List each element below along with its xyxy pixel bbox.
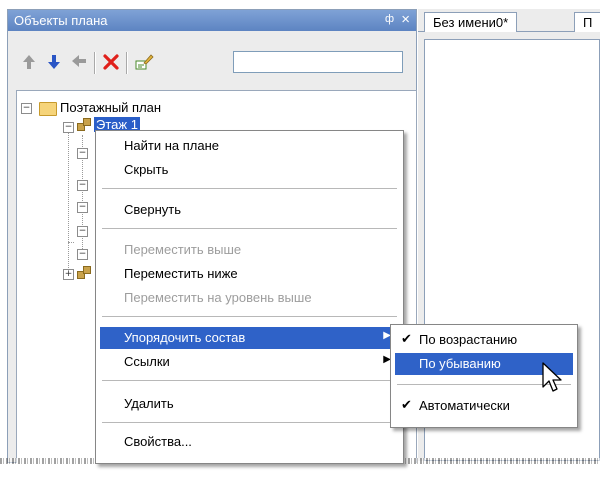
menu-item-properties[interactable]: Свойства... (100, 431, 399, 453)
checkmark-icon: ✔ (401, 331, 412, 346)
document-tab-strip: Без имени0* П (418, 9, 600, 32)
tree-expander-root[interactable]: − (21, 103, 32, 114)
menu-item-links[interactable]: Ссылки ▶ (100, 351, 399, 373)
toolbar-separator (94, 52, 96, 74)
menu-item-label: Переместить ниже (124, 266, 238, 281)
menu-item-delete[interactable]: Удалить (100, 393, 399, 415)
menu-separator (102, 422, 397, 423)
properties-icon[interactable] (134, 53, 154, 71)
menu-item-label: Переместить на уровень выше (124, 290, 312, 305)
menu-item-label: Найти на плане (124, 138, 219, 153)
menu-item-collapse[interactable]: Свернуть (100, 199, 399, 221)
arrow-left-icon[interactable] (70, 53, 88, 71)
tree-item-root[interactable]: Поэтажный план (60, 100, 161, 115)
menu-item-label: Свернуть (124, 202, 182, 217)
tree-expander-child[interactable]: − (77, 226, 88, 237)
floor-icon (77, 118, 91, 131)
tree-expander-floor-2[interactable]: + (63, 269, 74, 280)
menu-item-label: Упорядочить состав (124, 330, 246, 345)
menu-item-label: Переместить выше (124, 242, 242, 257)
arrow-down-icon[interactable] (45, 53, 63, 71)
menu-item-move-level-up: Переместить на уровень выше (100, 287, 399, 309)
toolbar-separator (126, 52, 128, 74)
menu-item-sort-contents[interactable]: Упорядочить состав ▶ (100, 327, 399, 349)
mouse-cursor-icon (542, 362, 562, 392)
tab-second[interactable]: П (574, 12, 600, 32)
tab-untitled[interactable]: Без имени0* (424, 12, 518, 32)
menu-item-move-up: Переместить выше (100, 239, 399, 261)
arrow-up-icon[interactable] (20, 53, 38, 71)
submenu-item-label: Автоматически (419, 398, 510, 413)
menu-separator (102, 316, 397, 317)
folder-icon (39, 102, 57, 116)
menu-item-find-on-plan[interactable]: Найти на плане (100, 135, 399, 157)
checkmark-icon: ✔ (401, 397, 412, 412)
menu-item-move-down[interactable]: Переместить ниже (100, 263, 399, 285)
delete-icon[interactable] (102, 53, 120, 71)
submenu-item-label: По убыванию (419, 356, 501, 371)
tree-connector (68, 242, 74, 243)
tree-expander-child[interactable]: − (77, 202, 88, 213)
menu-separator (102, 380, 397, 381)
tree-expander-child[interactable]: − (77, 148, 88, 159)
submenu-item-automatic[interactable]: ✔ Автоматически (395, 395, 573, 417)
panel-title: Объекты плана (14, 13, 108, 28)
panel-toolbar (8, 32, 416, 82)
floor-icon (77, 266, 91, 279)
menu-item-label: Удалить (124, 396, 174, 411)
menu-item-hide[interactable]: Скрыть (100, 159, 399, 181)
tree-connector (68, 122, 69, 272)
menu-separator (102, 188, 397, 189)
context-menu: Найти на плане Скрыть Свернуть Перемести… (95, 130, 404, 464)
menu-item-label: Свойства... (124, 434, 192, 449)
submenu-item-ascending[interactable]: ✔ По возрастанию (395, 329, 573, 351)
submenu-item-label: По возрастанию (419, 332, 518, 347)
close-icon[interactable]: × (401, 11, 410, 28)
menu-separator (102, 228, 397, 229)
pin-icon[interactable]: ф (385, 13, 394, 25)
tree-expander-floor-1[interactable]: − (63, 122, 74, 133)
search-input[interactable] (233, 51, 403, 73)
menu-item-label: Скрыть (124, 162, 169, 177)
tree-expander-child[interactable]: − (77, 249, 88, 260)
menu-item-label: Ссылки (124, 354, 170, 369)
panel-title-bar: Объекты плана ф × (8, 10, 416, 31)
tree-expander-child[interactable]: − (77, 180, 88, 191)
